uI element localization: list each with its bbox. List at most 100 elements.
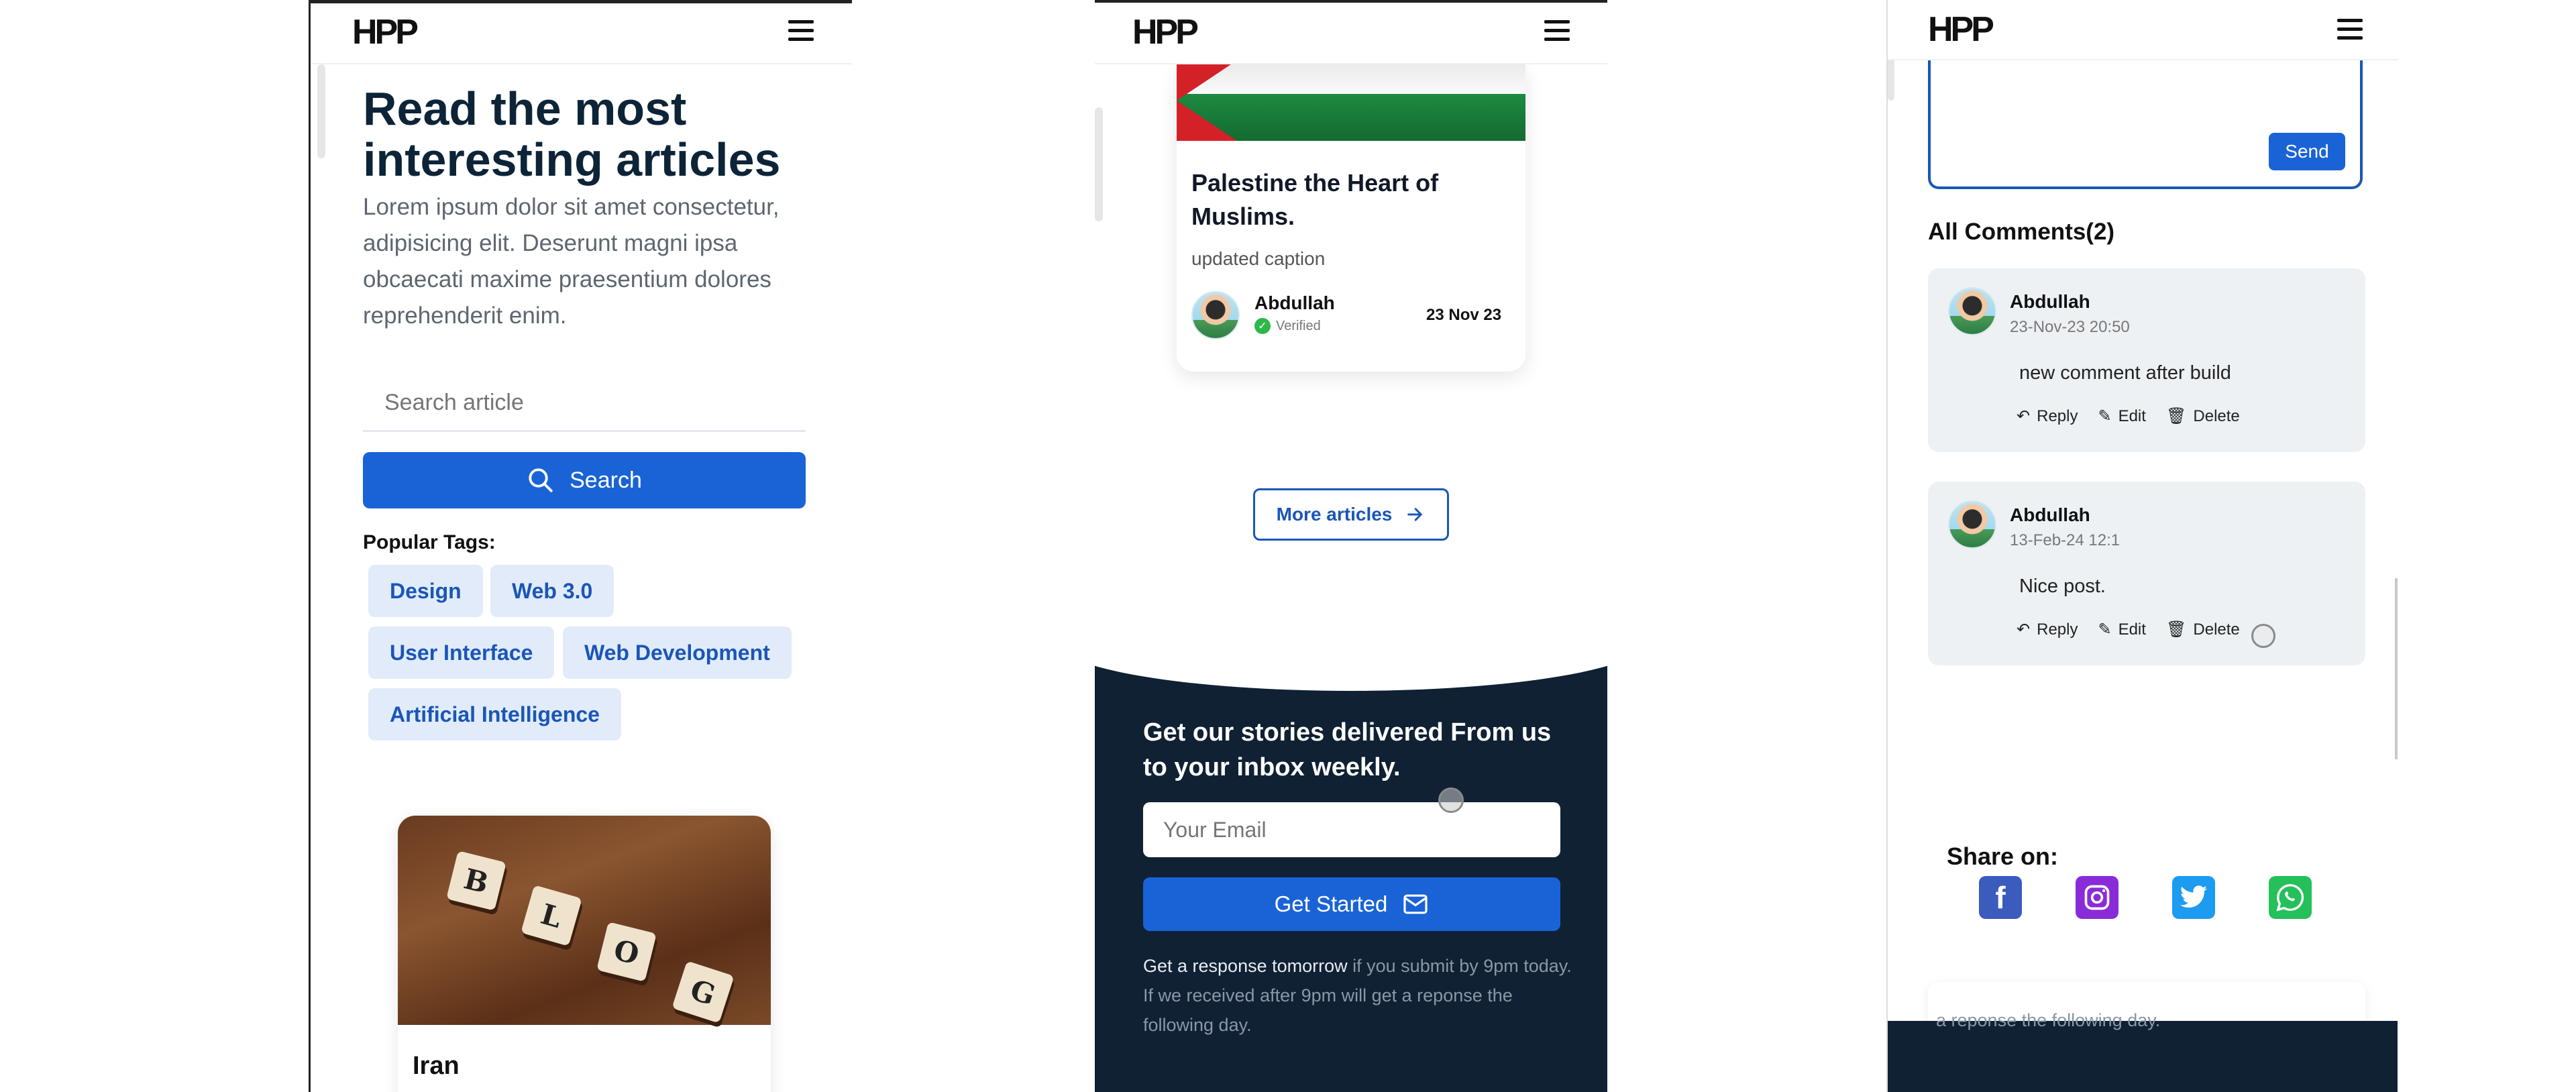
phone-screen-home: HPP Read the most interesting articles L… bbox=[309, 0, 852, 1092]
hero-title: Read the most interesting articles bbox=[363, 83, 781, 186]
reply-icon: ↶ bbox=[2017, 407, 2031, 425]
site-logo[interactable]: HPP bbox=[1132, 15, 1199, 50]
article-date: 23 Nov 23 bbox=[1426, 306, 1502, 324]
hamburger-menu-icon[interactable] bbox=[788, 20, 814, 42]
status-stripe bbox=[311, 0, 852, 3]
blog-tile-o: O bbox=[596, 922, 657, 982]
article-card-title[interactable]: Iran bbox=[413, 1052, 460, 1081]
delete-button[interactable]: 🗑 Delete bbox=[2166, 620, 2240, 639]
hamburger-menu-icon[interactable] bbox=[1544, 20, 1570, 42]
blog-tile-l: L bbox=[521, 885, 582, 946]
arrow-right-icon bbox=[1407, 508, 1423, 521]
newsletter-note-strong: Get a response tomorrow bbox=[1143, 956, 1348, 976]
article-caption: updated caption bbox=[1191, 248, 1326, 269]
section-curve-divider bbox=[1095, 590, 1607, 691]
blog-tile-b: B bbox=[446, 851, 506, 911]
comment-item: Abdullah 23-Nov-23 20:50 new comment aft… bbox=[1928, 268, 2365, 452]
top-navbar: HPP bbox=[1888, 0, 2398, 60]
share-label: Share on: bbox=[1947, 842, 2059, 870]
edit-button[interactable]: ✎ Edit bbox=[2098, 406, 2145, 426]
more-articles-label: More articles bbox=[1276, 504, 1393, 525]
comments-heading: All Comments(2) bbox=[1928, 219, 2115, 245]
phone-screen-comments: HPP Send All Comments(2) Abdullah 23-Nov… bbox=[1886, 0, 2398, 1092]
commenter-avatar bbox=[1948, 287, 1996, 335]
send-button[interactable]: Send bbox=[2269, 133, 2345, 170]
author-name[interactable]: Abdullah bbox=[1254, 292, 1335, 314]
comment-actions: ↶ Reply ✎ Edit 🗑 Delete bbox=[2017, 406, 2240, 426]
page-scrollbar[interactable] bbox=[2395, 578, 2398, 759]
comment-author: Abdullah bbox=[2010, 504, 2090, 525]
search-icon bbox=[529, 468, 553, 492]
delete-label: Delete bbox=[2193, 406, 2240, 425]
article-image-flag bbox=[1177, 60, 1525, 141]
comment-text: Nice post. bbox=[2019, 576, 2106, 597]
twitter-bird-glyph bbox=[2180, 885, 2208, 908]
pencil-icon: ✎ bbox=[2098, 620, 2112, 639]
touch-cursor bbox=[1438, 787, 1464, 813]
comment-author: Abdullah bbox=[2010, 291, 2090, 312]
comment-date: 23-Nov-23 20:50 bbox=[2010, 318, 2130, 336]
check-icon: ✓ bbox=[1254, 318, 1271, 334]
search-input[interactable] bbox=[363, 376, 806, 429]
tag-design[interactable]: Design bbox=[368, 565, 483, 617]
newsletter-note: Get a response tomorrow if you submit by… bbox=[1143, 951, 1572, 1040]
article-title[interactable]: Palestine the Heart of Muslims. bbox=[1191, 166, 1500, 233]
delete-label: Delete bbox=[2193, 620, 2240, 639]
footer-note: a reponse the following day. bbox=[1936, 1010, 2161, 1030]
reply-button[interactable]: ↶ Reply bbox=[2017, 620, 2078, 639]
instagram-glyph bbox=[2084, 885, 2110, 910]
article-image-blog-tiles: B L O G bbox=[398, 816, 771, 1025]
commenter-avatar bbox=[1948, 500, 1996, 549]
whatsapp-icon[interactable] bbox=[2269, 876, 2312, 919]
trash-icon: 🗑 bbox=[2165, 620, 2187, 639]
hamburger-menu-icon[interactable] bbox=[2337, 19, 2363, 40]
edit-label: Edit bbox=[2118, 620, 2146, 639]
site-logo[interactable]: HPP bbox=[352, 15, 419, 50]
scrollbar-thumb[interactable] bbox=[1095, 107, 1103, 221]
newsletter-title: Get our stories delivered From us to you… bbox=[1143, 718, 1552, 781]
phone-screen-articles: HPP Palestine the Heart of Muslims. upda… bbox=[1095, 0, 1607, 1092]
search-button-label: Search bbox=[570, 467, 642, 493]
reply-button[interactable]: ↶ Reply bbox=[2017, 406, 2078, 426]
footer-dark-section bbox=[1888, 1021, 2398, 1092]
blog-tile-g: G bbox=[672, 961, 735, 1024]
article-card[interactable]: B L O G Iran bbox=[398, 816, 771, 1092]
reply-icon: ↶ bbox=[2017, 620, 2031, 639]
touch-cursor bbox=[2251, 624, 2275, 648]
popular-tags-label: Popular Tags: bbox=[363, 531, 496, 553]
tag-artificial-intelligence[interactable]: Artificial Intelligence bbox=[368, 688, 621, 741]
twitter-icon[interactable] bbox=[2172, 876, 2215, 919]
edit-label: Edit bbox=[2118, 406, 2146, 425]
scrollbar-thumb[interactable] bbox=[317, 64, 325, 158]
verified-badge: ✓ Verified bbox=[1254, 318, 1321, 334]
comment-item: Abdullah 13-Feb-24 12:1 Nice post. ↶ Repl… bbox=[1928, 482, 2365, 665]
tag-web-development[interactable]: Web Development bbox=[563, 626, 792, 679]
site-logo[interactable]: HPP bbox=[1928, 12, 1994, 47]
email-input[interactable] bbox=[1143, 802, 1560, 857]
comment-date: 13-Feb-24 12:1 bbox=[2010, 531, 2121, 549]
hero-description: Lorem ipsum dolor sit amet consectetur, … bbox=[363, 194, 780, 329]
article-card-body: Palestine the Heart of Muslims. updated … bbox=[1177, 141, 1525, 372]
instagram-icon[interactable] bbox=[2076, 876, 2118, 919]
top-navbar: HPP bbox=[1095, 0, 1607, 64]
more-articles-button[interactable]: More articles bbox=[1253, 488, 1449, 541]
facebook-icon[interactable]: f bbox=[1979, 876, 2022, 919]
delete-button[interactable]: 🗑 Delete bbox=[2166, 406, 2240, 426]
reply-label: Reply bbox=[2037, 406, 2078, 425]
search-field-wrapper bbox=[363, 376, 806, 432]
get-started-button[interactable]: Get Started bbox=[1143, 877, 1560, 931]
reply-label: Reply bbox=[2037, 620, 2078, 639]
get-started-label: Get Started bbox=[1274, 891, 1388, 916]
pencil-icon: ✎ bbox=[2098, 407, 2112, 425]
comment-actions: ↶ Reply ✎ Edit 🗑 Delete bbox=[2017, 620, 2240, 639]
verified-label: Verified bbox=[1276, 318, 1321, 333]
tag-user-interface[interactable]: User Interface bbox=[368, 626, 555, 679]
top-navbar: HPP bbox=[311, 0, 852, 64]
author-avatar bbox=[1191, 291, 1240, 339]
comment-text: new comment after build bbox=[2019, 362, 2231, 384]
search-button[interactable]: Search bbox=[363, 452, 806, 508]
edit-button[interactable]: ✎ Edit bbox=[2098, 620, 2145, 639]
status-stripe bbox=[1095, 0, 1607, 3]
tag-web3[interactable]: Web 3.0 bbox=[490, 565, 614, 617]
whatsapp-glyph bbox=[2276, 884, 2304, 912]
